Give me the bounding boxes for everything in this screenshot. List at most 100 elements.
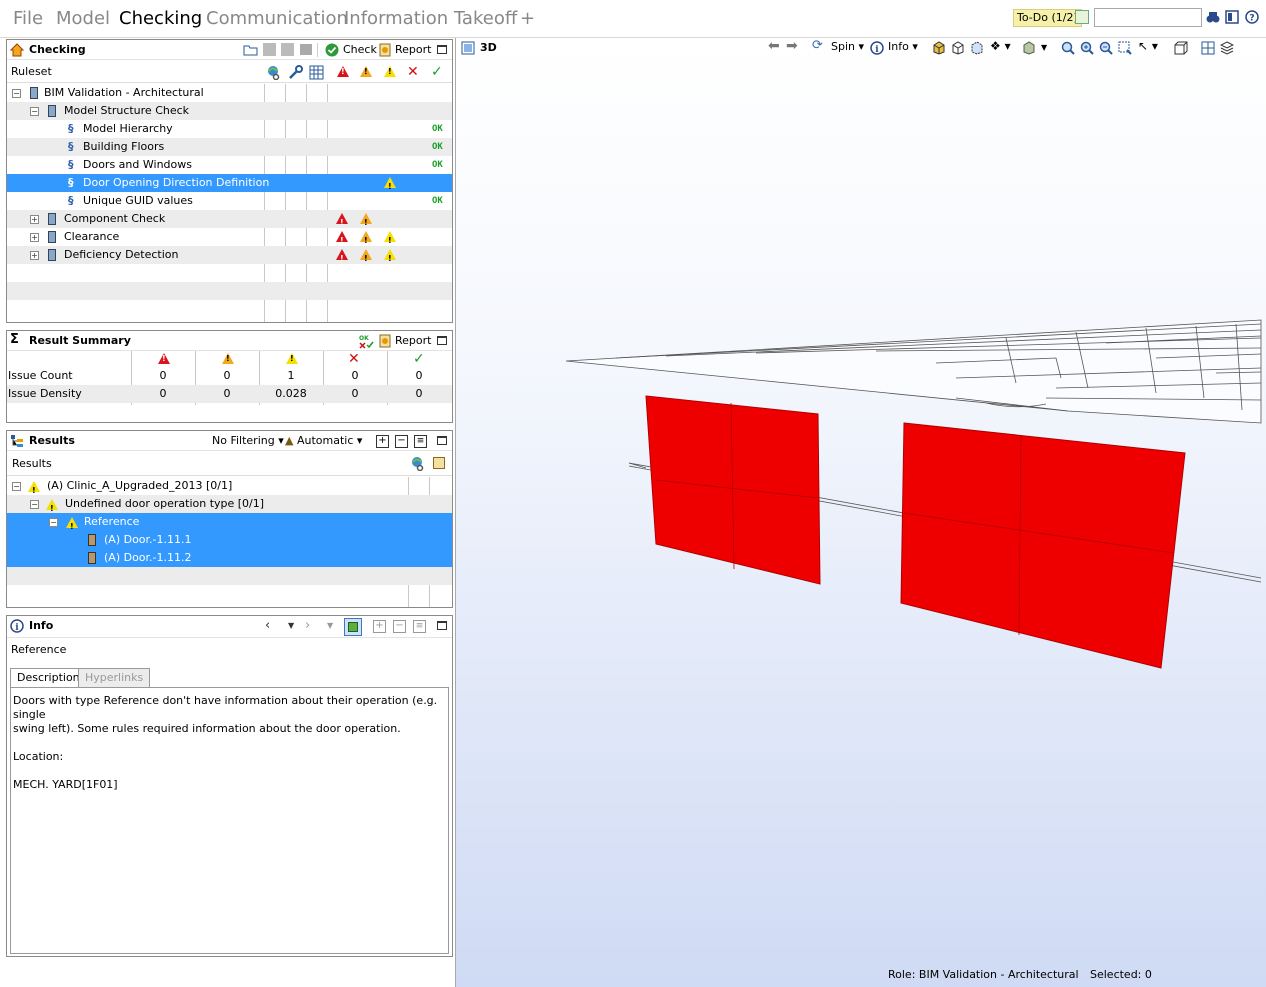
results-row-label: Undefined door operation type [0/1] [65, 497, 265, 510]
find-binoculars-icon[interactable] [1206, 10, 1220, 24]
add-tab-button[interactable]: + [520, 8, 535, 29]
warning-icon [66, 517, 78, 536]
highlighted-door-2[interactable] [900, 422, 1186, 669]
collapse-all-icon[interactable]: − [393, 620, 406, 633]
back-arrow-icon[interactable]: ‹ [265, 618, 270, 633]
ruleset-row-component-check[interactable]: + Component Check [7, 210, 452, 232]
svg-text:i: i [15, 623, 19, 633]
ruleset-row-door-opening-direction[interactable]: § Door Opening Direction Definition [7, 174, 452, 196]
close-ruleset-icon[interactable] [300, 44, 312, 55]
info-heading: Reference [11, 643, 67, 656]
report-button[interactable]: Report [395, 43, 431, 56]
report-icon[interactable] [379, 334, 392, 348]
collapse-icon[interactable]: − [12, 482, 21, 491]
checking-panel-header: Checking Check Report [7, 40, 452, 60]
door-highlights[interactable] [645, 395, 1186, 669]
rule-icon: § [68, 158, 74, 171]
todo-button[interactable]: To-Do (1/2) [1013, 9, 1082, 27]
info-maximize-icon[interactable] [437, 621, 447, 630]
ruleset-row-deficiency-detection[interactable]: + Deficiency Detection [7, 246, 452, 268]
forward-history-dropdown-icon[interactable]: ▼ [327, 621, 333, 630]
ruleset-row-model-hierarchy[interactable]: § Model Hierarchy OK [7, 120, 452, 138]
checking-maximize-icon[interactable] [437, 45, 447, 54]
save-icon[interactable] [263, 43, 276, 56]
results-tree-icon [11, 435, 23, 447]
expand-all-icon[interactable]: + [373, 620, 386, 633]
expand-all-icon[interactable]: + [376, 435, 389, 448]
check-button[interactable]: Check [343, 43, 377, 56]
report-icon[interactable] [379, 43, 392, 57]
ok-status: OK [432, 124, 443, 134]
summary-report-button[interactable]: Report [395, 334, 431, 347]
tab-description[interactable]: Description [10, 668, 87, 687]
menu-tab-communication[interactable]: Communication [206, 8, 348, 29]
todo-list-icon[interactable] [1075, 10, 1089, 24]
model-link-icon[interactable] [410, 456, 425, 471]
list-view-icon[interactable]: ≡ [413, 620, 426, 633]
3d-viewport[interactable]: 3D ⬅ ➡ ⟳ Spin ▾ i Info ▾ ❖ ▾ ▼ ↖ ▾ Role:… [455, 38, 1266, 987]
moderate-severity-icon [360, 231, 372, 250]
ruleset-row-clearance[interactable]: + Clearance [7, 228, 452, 250]
critical-severity-icon [158, 353, 170, 364]
result-summary-panel: Σ Result Summary OK Report ✕ ✓ Issue Cou… [6, 330, 453, 423]
ruleset-row-unique-guid[interactable]: § Unique GUID values OK [7, 192, 452, 210]
status-column-icon[interactable] [433, 457, 445, 469]
results-row-door-2[interactable]: (A) Door.-1.11.2 [7, 549, 452, 567]
results-row-door-1[interactable]: (A) Door.-1.11.1 [7, 531, 452, 549]
warning-icon [46, 499, 58, 518]
save-as-icon[interactable] [281, 43, 294, 56]
expand-icon[interactable]: + [30, 233, 39, 242]
tab-hyperlinks[interactable]: Hyperlinks [78, 668, 151, 687]
mode-dropdown[interactable]: ▲ Automatic ▾ [285, 434, 362, 447]
ruleset-row-doors-and-windows[interactable]: § Doors and Windows OK [7, 156, 452, 174]
ruleset-row-bim-validation[interactable]: − BIM Validation - Architectural [7, 84, 452, 102]
summary-row-label: Issue Count [8, 369, 73, 382]
collapse-icon[interactable]: − [30, 107, 39, 116]
help-icon[interactable]: ? [1245, 10, 1259, 24]
sync-selection-icon[interactable] [344, 618, 362, 636]
results-row-label: Reference [84, 515, 140, 528]
results-maximize-icon[interactable] [437, 436, 447, 445]
panel-layout-icon[interactable] [1225, 10, 1239, 24]
results-row-reference[interactable]: − Reference [7, 513, 452, 536]
ruleset-row-model-structure[interactable]: − Model Structure Check [7, 102, 452, 120]
rule-icon: § [68, 122, 74, 135]
highlighted-door-1[interactable] [645, 395, 821, 585]
menu-tab-information-takeoff[interactable]: Information Takeoff [344, 8, 517, 29]
moderate-severity-icon [222, 353, 234, 364]
menu-tab-model[interactable]: Model [56, 8, 110, 29]
low-severity-icon [384, 177, 396, 196]
collapse-icon[interactable]: − [30, 500, 39, 509]
parameters-wrench-icon[interactable] [288, 65, 303, 80]
summary-maximize-icon[interactable] [437, 336, 447, 345]
rejected-icon: ✕ [348, 351, 360, 367]
collapse-icon[interactable]: − [12, 89, 21, 98]
open-folder-icon[interactable] [243, 43, 259, 57]
table-view-icon[interactable] [309, 65, 324, 80]
list-view-icon[interactable]: ≡ [414, 435, 427, 448]
expand-icon[interactable]: + [30, 215, 39, 224]
expand-icon[interactable]: + [30, 251, 39, 260]
collapse-all-icon[interactable]: − [395, 435, 408, 448]
collapse-icon[interactable]: − [49, 518, 58, 527]
ruleset-row-building-floors[interactable]: § Building Floors OK [7, 138, 452, 156]
menu-tab-file[interactable]: File [13, 8, 43, 29]
results-row-model[interactable]: − (A) Clinic_A_Upgraded_2013 [0/1] [7, 477, 452, 500]
model-link-icon[interactable] [266, 65, 281, 80]
ok-stats-icon[interactable]: OK [358, 333, 374, 349]
back-history-dropdown-icon[interactable]: ▼ [288, 621, 294, 630]
model-drawing[interactable] [456, 38, 1266, 987]
forward-arrow-icon[interactable]: › [305, 618, 310, 633]
summary-row-issue-count: Issue Count 0 0 1 0 0 [7, 367, 452, 385]
filter-dropdown[interactable]: No Filtering ▾ [212, 434, 284, 447]
description-line: MECH. YARD[1F01] [13, 778, 118, 791]
results-row-issue-type[interactable]: − Undefined door operation type [0/1] [7, 495, 452, 518]
check-run-icon[interactable] [325, 43, 339, 57]
empty-row [7, 567, 452, 585]
accepted-icon: ✓ [431, 64, 443, 80]
rule-icon: § [68, 140, 74, 153]
search-input[interactable] [1094, 8, 1202, 27]
sigma-icon: Σ [10, 332, 19, 347]
ruleset-header-label: Ruleset [11, 65, 52, 78]
menu-tab-checking[interactable]: Checking [119, 8, 202, 29]
